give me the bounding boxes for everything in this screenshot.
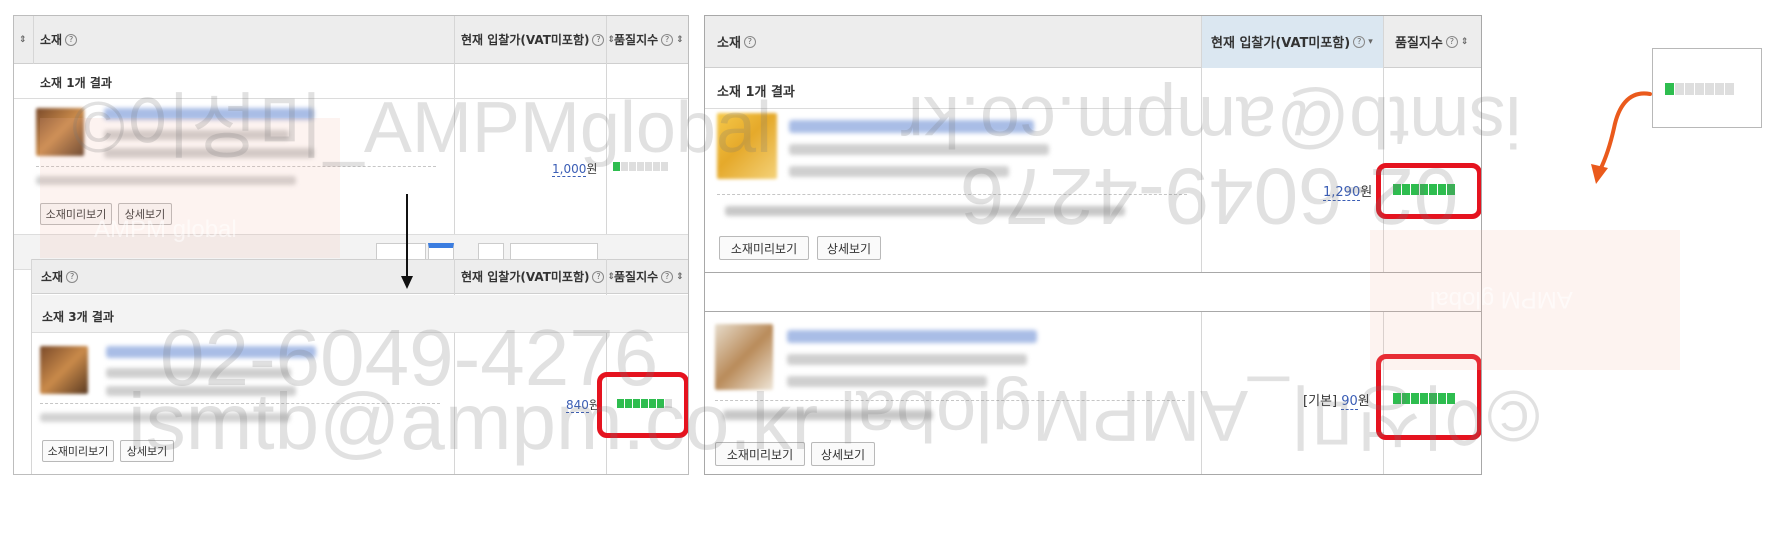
help-icon[interactable]: ? xyxy=(65,33,78,46)
current-bid[interactable]: 1,000원 xyxy=(552,160,597,177)
ad-preview-button[interactable]: 소재미리보기 xyxy=(719,236,809,260)
col-ad-header[interactable]: 소재? xyxy=(717,16,756,67)
col-quality-header[interactable]: 품질지수? ⇕ xyxy=(614,260,684,293)
quality-index-bar xyxy=(1665,83,1734,95)
ad-thumbnail xyxy=(717,113,777,179)
result-row-bg xyxy=(32,295,688,333)
help-icon[interactable]: ? xyxy=(1445,35,1458,48)
quality-segment-off xyxy=(637,162,644,171)
col-bid-header[interactable]: 현재 입찰가(VAT미포함)? ⇕ xyxy=(461,260,615,293)
ad-title-blurred xyxy=(787,330,1037,343)
ad-thumbnail xyxy=(40,346,88,394)
quality-segment-off xyxy=(1695,83,1704,95)
ad-detail-button[interactable]: 상세보기 xyxy=(120,440,174,462)
help-icon[interactable]: ? xyxy=(592,33,605,46)
ad-title-blurred xyxy=(789,120,1034,133)
ad-url-blurred xyxy=(36,176,296,185)
ad-desc-blurred xyxy=(787,354,1027,365)
table-header: 소재? 현재 입찰가(VAT미포함)? ▾ 품질지수? ⇕ xyxy=(705,16,1481,68)
ad-desc-blurred xyxy=(104,130,289,140)
ad-preview-button[interactable]: 소재미리보기 xyxy=(715,442,805,466)
ad-desc-blurred xyxy=(787,376,987,387)
quality-segment-on xyxy=(613,162,620,171)
quality-segment-off xyxy=(1725,83,1734,95)
quality-segment-on xyxy=(1665,83,1674,95)
quality-segment-off xyxy=(1685,83,1694,95)
left-screenshot-panel: ⇕ 소재? 현재 입찰가(VAT미포함)? ⇕ 품질지수? ⇕ 소재 1개 결과 소… xyxy=(13,15,689,475)
result-count: 소재 1개 결과 xyxy=(717,85,795,100)
quality-segment-off xyxy=(645,162,652,171)
ad-url-blurred xyxy=(725,206,1125,216)
ad-preview-button[interactable]: 소재미리보기 xyxy=(42,440,114,462)
ad-thumbnail xyxy=(36,108,84,156)
col-quality-header[interactable]: 품질지수? ⇕ xyxy=(614,16,684,63)
sort-icon[interactable]: ⇕ xyxy=(676,272,684,281)
quality-index-bar xyxy=(613,162,668,171)
top-table-header: ⇕ 소재? 현재 입찰가(VAT미포함)? ⇕ 품질지수? ⇕ xyxy=(14,16,688,64)
col-ad-header[interactable]: 소재? xyxy=(41,260,79,293)
row-gap xyxy=(705,272,1481,312)
ad-desc-blurred xyxy=(106,386,296,396)
quality-segment-off xyxy=(653,162,660,171)
ad-url-blurred xyxy=(723,410,933,420)
help-icon[interactable]: ? xyxy=(743,35,756,48)
quality-callout-box xyxy=(1652,48,1762,128)
col-ad-header[interactable]: 소재? xyxy=(40,16,78,63)
current-bid[interactable]: 840원 xyxy=(566,396,600,413)
ad-detail-button[interactable]: 상세보기 xyxy=(817,236,881,260)
sort-icon[interactable]: ⇕ xyxy=(1461,37,1469,46)
bottom-table-header: 소재? 현재 입찰가(VAT미포함)? ⇕ 품질지수? ⇕ xyxy=(31,259,688,294)
sort-icon[interactable]: ⇕ xyxy=(16,16,27,63)
quality-highlight-box xyxy=(597,372,688,438)
quality-segment-off xyxy=(1705,83,1714,95)
sort-desc-icon[interactable]: ▾ xyxy=(1368,37,1373,46)
current-bid[interactable]: 1,290원 xyxy=(1323,181,1372,201)
ad-url-blurred xyxy=(40,413,290,422)
callout-arrow-icon xyxy=(1591,91,1652,184)
quality-segment-off xyxy=(1675,83,1684,95)
quality-highlight-box xyxy=(1376,163,1481,219)
ad-preview-button[interactable]: 소재미리보기 xyxy=(40,203,112,225)
result-count: 소재 3개 결과 xyxy=(42,310,114,324)
quality-segment-off xyxy=(1715,83,1724,95)
sort-icon[interactable]: ⇕ xyxy=(676,35,684,44)
ad-desc-blurred xyxy=(789,166,1009,177)
quality-segment-off xyxy=(621,162,628,171)
help-icon[interactable]: ? xyxy=(1353,35,1366,48)
current-bid[interactable]: [기본] 90원 xyxy=(1303,390,1370,410)
ad-title-blurred xyxy=(106,346,316,358)
help-icon[interactable]: ? xyxy=(661,33,674,46)
col-bid-header[interactable]: 현재 입찰가(VAT미포함)? ⇕ xyxy=(461,16,615,63)
quality-highlight-box xyxy=(1376,354,1481,440)
ad-desc-blurred xyxy=(104,148,314,158)
quality-segment-off xyxy=(661,162,668,171)
help-icon[interactable]: ? xyxy=(592,270,605,283)
ad-detail-button[interactable]: 상세보기 xyxy=(118,203,172,225)
col-quality-header[interactable]: 품질지수? ⇕ xyxy=(1395,16,1468,67)
quality-segment-off xyxy=(629,162,636,171)
ad-desc-blurred xyxy=(106,368,291,378)
result-count: 소재 1개 결과 xyxy=(40,76,112,90)
ad-desc-blurred xyxy=(789,144,1049,155)
ad-detail-button[interactable]: 상세보기 xyxy=(811,442,875,466)
help-icon[interactable]: ? xyxy=(661,270,674,283)
right-screenshot-panel: 소재? 현재 입찰가(VAT미포함)? ▾ 품질지수? ⇕ 소재 1개 결과 소재미… xyxy=(704,15,1482,475)
ad-title-blurred xyxy=(104,108,314,120)
help-icon[interactable]: ? xyxy=(66,270,79,283)
arrow-down-icon xyxy=(401,194,413,289)
ad-thumbnail xyxy=(715,324,773,390)
col-bid-header[interactable]: 현재 입찰가(VAT미포함)? ▾ xyxy=(1211,16,1373,67)
